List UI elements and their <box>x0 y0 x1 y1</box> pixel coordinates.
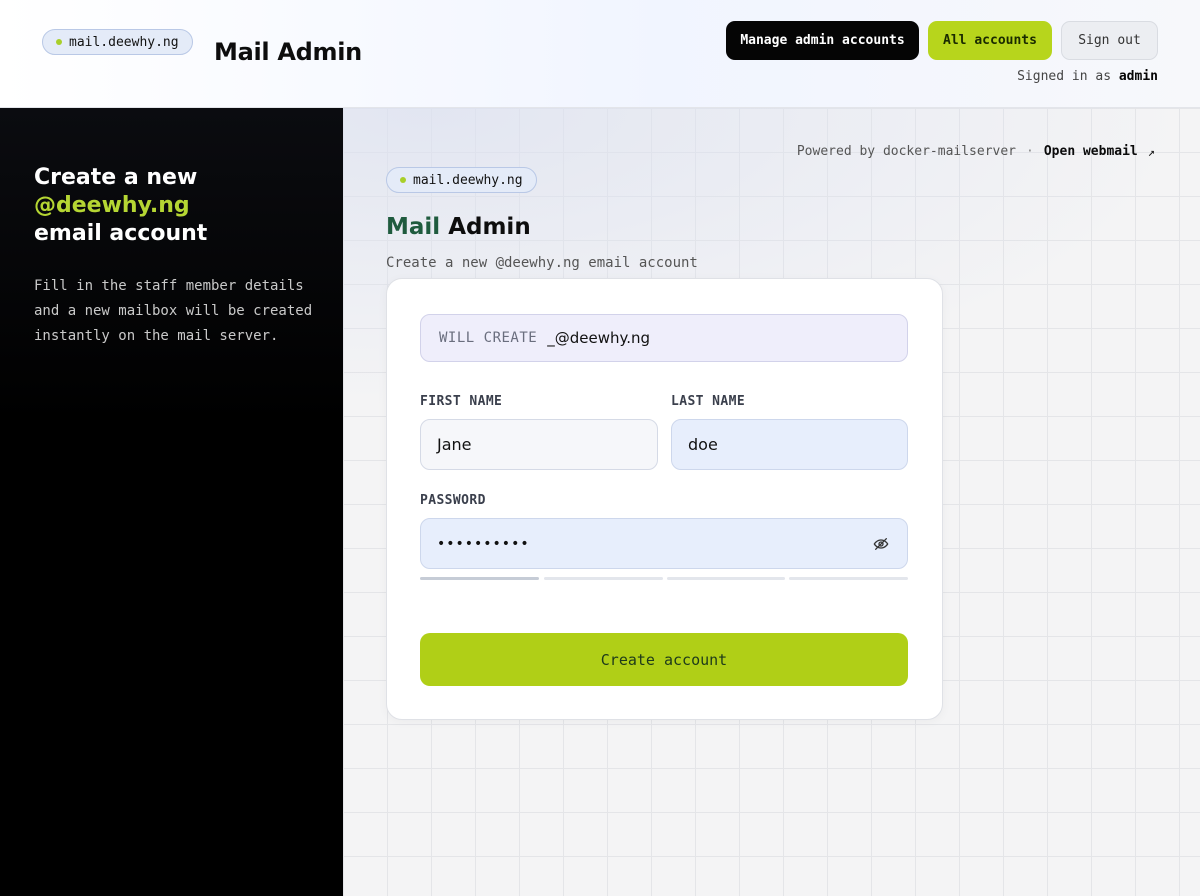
top-header: mail.deewhy.ng Mail Admin Manage admin a… <box>0 0 1200 108</box>
password-strength-bar-4 <box>789 577 908 580</box>
will-create-label: WILL CREATE <box>439 330 538 346</box>
domain-chip: mail.deewhy.ng <box>42 29 193 55</box>
last-name-label: LAST NAME <box>671 394 746 409</box>
all-accounts-button[interactable]: All accounts <box>928 21 1052 60</box>
will-create-preview: WILL CREATE _@deewhy.ng <box>420 314 908 362</box>
powered-by-text: Powered by docker-mailserver <box>796 144 1017 159</box>
main-domain-chip-label: mail.deewhy.ng <box>413 172 523 188</box>
last-name-input[interactable]: doe <box>671 419 908 470</box>
page-title: Mail Admin <box>386 214 531 240</box>
app-title: Mail Admin <box>214 38 362 66</box>
signed-in-user: admin <box>1118 69 1158 84</box>
page-title-part-1: Mail <box>386 214 441 240</box>
left-panel-heading: Create a new @deewhy.ng email account <box>34 164 324 248</box>
domain-chip-label: mail.deewhy.ng <box>69 34 179 50</box>
signed-in-status: Signed in as admin <box>1017 69 1158 84</box>
create-account-button[interactable]: Create account <box>420 633 908 686</box>
left-panel-description: Fill in the staff member details and a n… <box>34 278 313 344</box>
password-strength-bar-3 <box>667 577 785 580</box>
password-label: PASSWORD <box>420 493 486 508</box>
sign-out-button[interactable]: Sign out <box>1061 21 1158 60</box>
signed-in-prefix: Signed in as <box>1017 69 1112 84</box>
separator: · <box>1026 144 1034 159</box>
heading-line-3: email account <box>34 221 208 246</box>
open-webmail-link[interactable]: Open webmail <box>1044 144 1138 159</box>
eye-off-icon[interactable] <box>873 536 889 552</box>
status-dot-icon <box>400 177 406 183</box>
password-input[interactable]: •••••••••• <box>420 518 908 569</box>
will-create-address: _@deewhy.ng <box>547 329 651 347</box>
main-domain-chip: mail.deewhy.ng <box>386 167 537 193</box>
status-dot-icon <box>56 39 62 45</box>
heading-line-1: Create a new <box>34 165 198 190</box>
password-strength-bar-2 <box>544 577 663 580</box>
password-strength-bar-1 <box>420 577 539 580</box>
page-title-part-2: Admin <box>448 214 531 240</box>
manage-admin-accounts-button[interactable]: Manage admin accounts <box>726 21 919 60</box>
heading-domain-accent: @deewhy.ng <box>34 193 190 218</box>
powered-by-bar: Powered by docker-mailserver · Open webm… <box>797 144 1155 159</box>
first-name-label: FIRST NAME <box>420 394 503 409</box>
first-name-input[interactable]: Jane <box>420 419 658 470</box>
external-link-icon[interactable]: ↗ <box>1148 145 1155 159</box>
page-subtitle: Create a new @deewhy.ng email account <box>386 255 698 271</box>
